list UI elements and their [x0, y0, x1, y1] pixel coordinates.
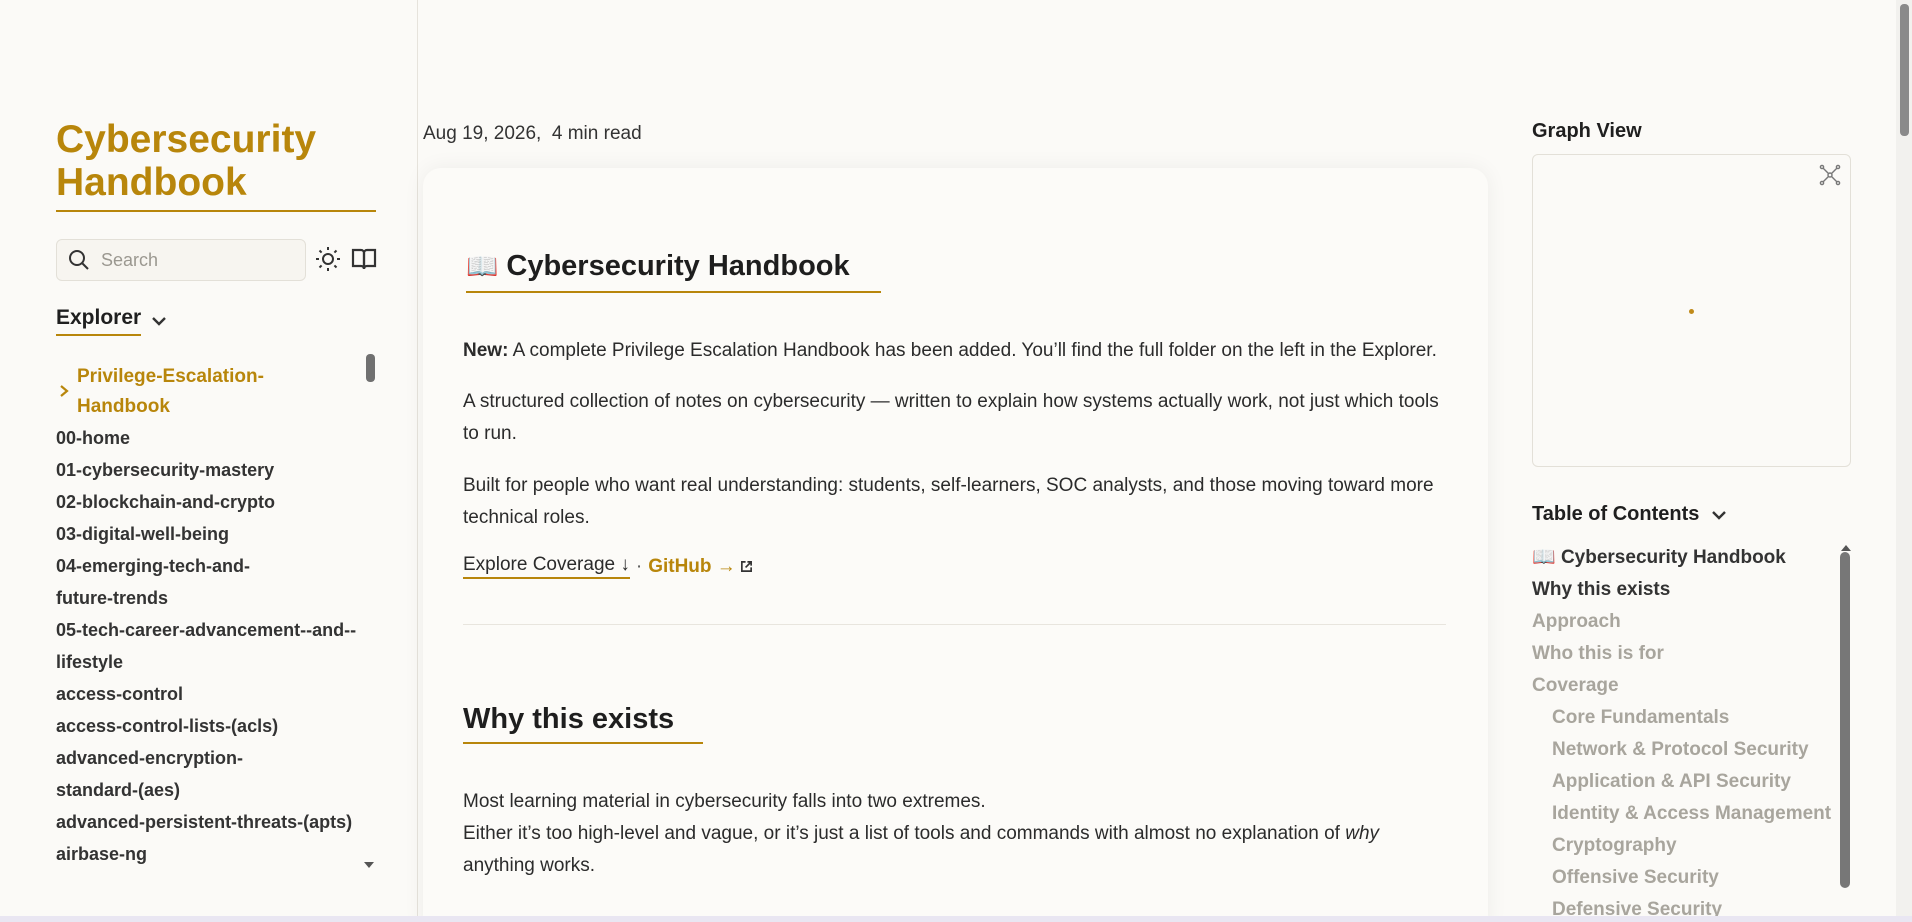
explore-coverage-link[interactable]: Explore Coverage ↓: [463, 554, 630, 579]
toc-item-network-protocol-security[interactable]: Network & Protocol Security: [1532, 734, 1832, 766]
toc-scrollbar[interactable]: [1840, 552, 1850, 888]
folder-label: Privilege-Escalation-Handbook: [77, 366, 264, 417]
toc-item-cybersecurity-handbook[interactable]: 📖 Cybersecurity Handbook: [1532, 542, 1832, 574]
sun-icon[interactable]: [314, 245, 342, 273]
site-title[interactable]: Cybersecurity Handbook: [56, 118, 376, 212]
toc-scroll-up-icon[interactable]: [1841, 545, 1851, 551]
explorer-toggle[interactable]: Explorer: [56, 306, 169, 336]
explorer-label: Explorer: [56, 306, 142, 336]
left-sidebar: Cybersecurity Handbook Search Explorer P…: [0, 0, 418, 922]
open-book-icon: 📖: [1532, 547, 1556, 568]
toc-item-core-fundamentals[interactable]: Core Fundamentals: [1532, 702, 1832, 734]
why-line-2a: Either it’s too high-level and vague, or…: [463, 823, 1346, 844]
table-of-contents: 📖 Cybersecurity Handbook Why this exists…: [1532, 542, 1832, 922]
intro-paragraph: A structured collection of notes on cybe…: [463, 391, 1439, 444]
explorer-item[interactable]: advanced-encryption-standard-(aes): [56, 742, 286, 806]
toc-item-cryptography[interactable]: Cryptography: [1532, 830, 1832, 862]
explorer-item[interactable]: 04-emerging-tech-and-future-trends: [56, 550, 276, 614]
new-label: New:: [463, 340, 509, 361]
explorer-item[interactable]: access-control-lists-(acls): [56, 710, 366, 742]
audience-paragraph: Built for people who want real understan…: [463, 475, 1434, 528]
graph-node[interactable]: [1689, 309, 1694, 314]
new-text: A complete Privilege Escalation Handbook…: [508, 340, 1437, 361]
toc-title: Table of Contents: [1532, 503, 1700, 525]
toc-item-approach[interactable]: Approach: [1532, 606, 1832, 638]
graph-view[interactable]: [1532, 154, 1851, 467]
why-paragraph: Most learning material in cybersecurity …: [463, 786, 1443, 882]
link-separator: ·: [635, 555, 643, 577]
article-links: Explore Coverage ↓ · GitHub →: [463, 554, 753, 579]
search-placeholder: Search: [101, 249, 159, 270]
toc-item-why-this-exists[interactable]: Why this exists: [1532, 574, 1832, 606]
toc-toggle[interactable]: Table of Contents: [1532, 503, 1729, 526]
open-book-icon: 📖: [466, 251, 499, 281]
toc-item-coverage[interactable]: Coverage: [1532, 670, 1832, 702]
toc-item-application-api-security[interactable]: Application & API Security: [1532, 766, 1832, 798]
why-line-2b: anything works.: [463, 855, 596, 876]
page-scrollbar[interactable]: [1896, 0, 1912, 922]
explorer-tree: Privilege-Escalation-Handbook 00-home 01…: [56, 362, 366, 870]
toc-item-who-this-is-for[interactable]: Who this is for: [1532, 638, 1832, 670]
explorer-item[interactable]: 02-blockchain-and-crypto: [56, 486, 366, 518]
why-line-1: Most learning material in cybersecurity …: [463, 791, 986, 812]
chevron-right-icon: [60, 385, 69, 397]
chevron-down-icon: [1712, 510, 1727, 520]
article-card: 📖 Cybersecurity Handbook New: A complete…: [423, 168, 1488, 922]
explorer-item[interactable]: advanced-persistent-threats-(apts): [56, 806, 366, 838]
scroll-down-arrow-icon[interactable]: [364, 862, 374, 868]
external-link-icon: [740, 561, 752, 572]
explorer-item[interactable]: 01-cybersecurity-mastery: [56, 454, 366, 486]
page-scrollbar-thumb[interactable]: [1900, 4, 1909, 136]
explorer-item[interactable]: access-control: [56, 678, 366, 710]
article-meta: Aug 19, 2026, 4 min read: [423, 123, 642, 144]
explorer-item[interactable]: airbase-ng: [56, 838, 366, 870]
toc-item-offensive-security[interactable]: Offensive Security: [1532, 862, 1832, 894]
book-icon[interactable]: [350, 245, 378, 273]
graph-view-title: Graph View: [1532, 120, 1642, 142]
divider: [463, 624, 1446, 625]
explorer-item[interactable]: 05-tech-career-advancement--and--lifesty…: [56, 614, 366, 678]
search-input[interactable]: Search: [56, 239, 306, 281]
explorer-item[interactable]: 00-home: [56, 422, 366, 454]
graph-expand-icon[interactable]: [1818, 163, 1842, 187]
article-title: 📖 Cybersecurity Handbook: [466, 250, 881, 293]
search-icon: [69, 250, 89, 270]
section-heading-why: Why this exists: [463, 703, 703, 744]
folder-privilege-escalation-handbook[interactable]: Privilege-Escalation-Handbook: [56, 362, 366, 422]
toc-item-identity-access-management[interactable]: Identity & Access Management: [1532, 798, 1832, 830]
new-notice: New: A complete Privilege Escalation Han…: [463, 335, 1443, 367]
article-title-text: Cybersecurity Handbook: [506, 250, 850, 282]
explorer-item[interactable]: 03-digital-well-being: [56, 518, 366, 550]
chevron-down-icon: [152, 317, 167, 326]
why-emphasis: why: [1345, 823, 1380, 844]
bottom-edge: [0, 916, 1912, 922]
toc-item-label: Cybersecurity Handbook: [1560, 547, 1786, 568]
github-link[interactable]: GitHub →: [648, 556, 736, 578]
explorer-scrollbar[interactable]: [366, 354, 375, 382]
